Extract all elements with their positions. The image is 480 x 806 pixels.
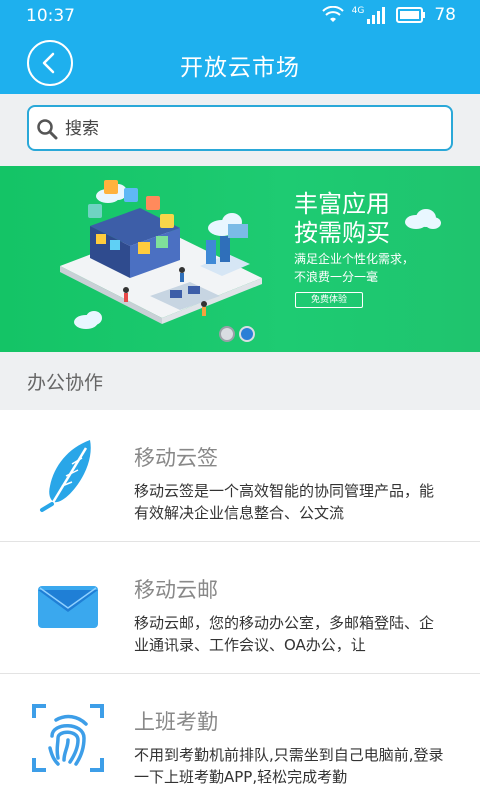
banner-subtitle: 满足企业个性化需求， 不浪费一分一毫 (294, 252, 415, 284)
app-description: 不用到考勤机前排队,只需坐到自己电脑前,登录一下上班考勤APP,轻松完成考勤 (134, 746, 444, 786)
mail-icon (38, 586, 98, 628)
section-header: 办公协作 (0, 352, 480, 410)
search-box[interactable] (27, 105, 453, 151)
promo-banner[interactable]: 丰富应用 按需购买 满足企业个性化需求， 不浪费一分一毫 免费体验 (0, 166, 480, 352)
app-name: 上班考勤 (134, 710, 218, 734)
battery-level: 78 (434, 5, 456, 25)
page-title: 开放云市场 (180, 55, 300, 81)
section-title: 办公协作 (27, 372, 104, 394)
signal-icon (367, 7, 386, 24)
carousel-dot-active[interactable] (239, 326, 255, 342)
app-description: 移动云签是一个高效智能的协同管理产品，能有效解决企业信息整合、公文流 (134, 482, 435, 522)
network-type: 4G (351, 6, 365, 16)
status-icons: 4G 78 (321, 5, 456, 25)
status-bar: 10:37 4G 78 (0, 0, 480, 32)
list-item[interactable]: 上班考勤 不用到考勤机前排队,只需坐到自己电脑前,登录一下上班考勤APP,轻松完… (0, 674, 480, 806)
search-input[interactable] (65, 115, 435, 143)
carousel-dot[interactable] (219, 326, 235, 342)
search-area (0, 94, 480, 166)
search-icon (37, 119, 58, 140)
cloud-icon (405, 209, 441, 229)
carousel-dots (219, 326, 255, 342)
app-list: 移动云签 移动云签是一个高效智能的协同管理产品，能有效解决企业信息整合、公文流 … (0, 410, 480, 806)
app-description: 移动云邮，您的移动办公室，多邮箱登陆、企业通讯录、工作会议、OA办公，让 (134, 614, 435, 654)
app-name: 移动云邮 (134, 578, 218, 602)
battery-icon (396, 7, 426, 23)
banner-illustration (60, 180, 262, 329)
wifi-icon (321, 6, 344, 22)
app-name: 移动云签 (134, 446, 218, 470)
feather-icon (40, 440, 91, 512)
list-item[interactable]: 移动云签 移动云签是一个高效智能的协同管理产品，能有效解决企业信息整合、公文流 (0, 410, 480, 542)
status-time: 10:37 (26, 6, 75, 26)
app-header: 开放云市场 (0, 32, 480, 94)
list-item[interactable]: 移动云邮 移动云邮，您的移动办公室，多邮箱登陆、企业通讯录、工作会议、OA办公，… (0, 542, 480, 674)
free-trial-button[interactable]: 免费体验 (295, 292, 363, 308)
fingerprint-icon (32, 704, 104, 772)
